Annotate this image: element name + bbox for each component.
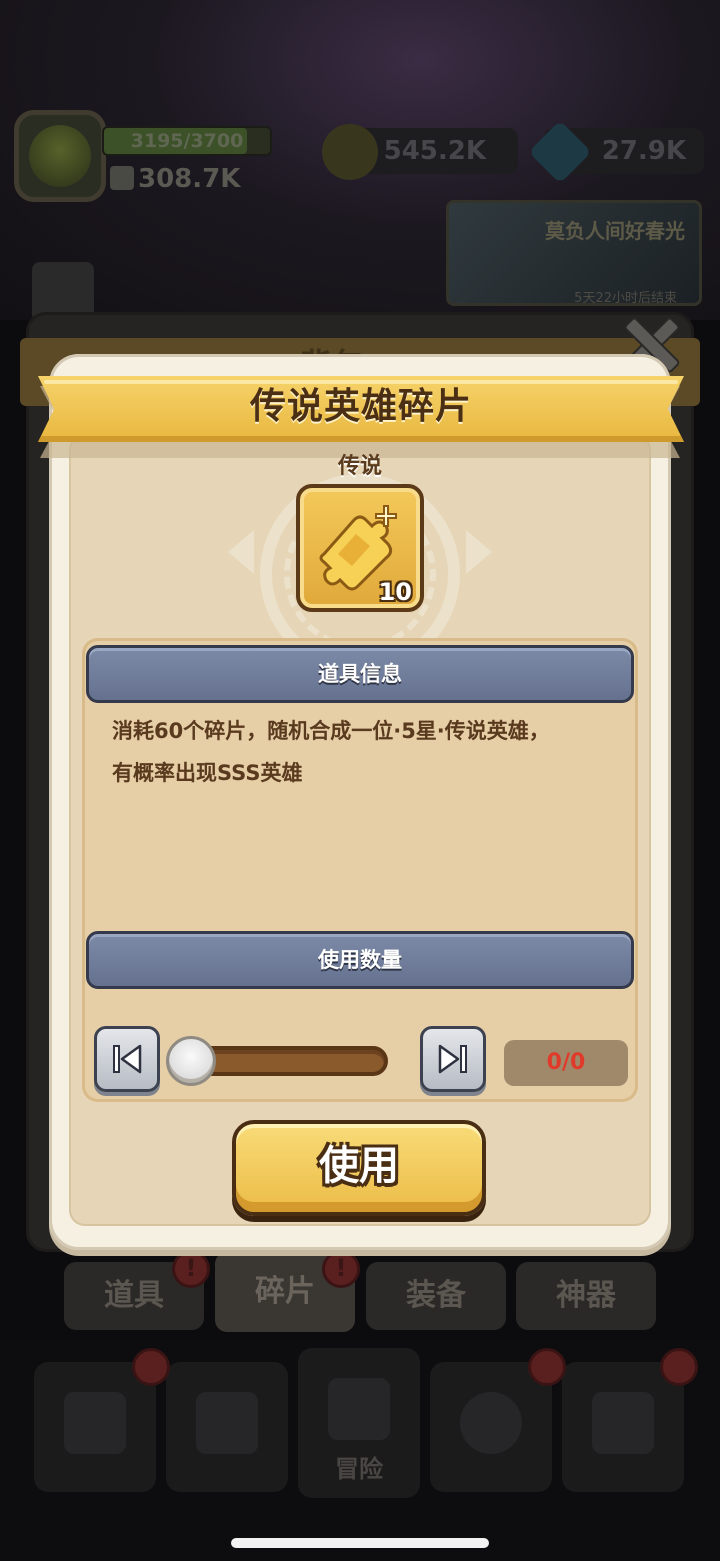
quantity-display: 0/0 xyxy=(504,1040,628,1086)
backpack-tabs: 道具 ! 碎片 ! 装备 神器 xyxy=(0,1250,720,1342)
description-line-2: 有概率出现SSS英雄 xyxy=(112,761,303,785)
quantity-slider-track[interactable] xyxy=(186,1046,388,1076)
item-card: 10 xyxy=(296,484,424,612)
power-value: 308.7K xyxy=(138,164,241,194)
use-button[interactable]: 使用 xyxy=(232,1120,486,1216)
quantity-max-button[interactable] xyxy=(420,1026,486,1092)
crossed-swords-icon xyxy=(328,1378,390,1440)
dialog-title-ribbon: 传说英雄碎片 xyxy=(38,376,684,458)
dialog-title: 传说英雄碎片 xyxy=(249,386,472,427)
gold-coin-icon xyxy=(322,124,378,180)
item-count: 10 xyxy=(378,578,412,606)
gold-counter[interactable]: 545.2K xyxy=(322,124,518,180)
event-countdown: 5天22小时后结束 xyxy=(574,291,677,306)
nav-challenge[interactable] xyxy=(430,1362,552,1492)
nav-adventure-label: 冒险 xyxy=(335,1455,383,1483)
tab-items-alert-badge: ! xyxy=(172,1250,210,1288)
nav-alert-badge-2 xyxy=(528,1348,566,1386)
event-title: 莫负人间好春光 xyxy=(545,219,685,243)
item-description: 消耗60个碎片，随机合成一位·5星·传说英雄， 有概率出现SSS英雄 xyxy=(112,710,612,794)
xp-text: 3195/3700 xyxy=(130,130,244,152)
tab-artifacts[interactable]: 神器 xyxy=(516,1262,656,1330)
tab-equipment-label: 装备 xyxy=(406,1278,466,1313)
gold-value: 545.2K xyxy=(383,136,486,166)
tab-equipment[interactable]: 装备 xyxy=(366,1262,506,1330)
bottom-navigation: 冒险 xyxy=(0,1342,720,1561)
emblem-right-arrow xyxy=(466,530,492,574)
quantity-slider-handle[interactable] xyxy=(166,1036,216,1086)
nav-alert-badge-1 xyxy=(132,1348,170,1386)
nav-heroes[interactable] xyxy=(34,1362,156,1492)
quantity-header: 使用数量 xyxy=(86,931,634,989)
item-info-header: 道具信息 xyxy=(86,645,634,703)
nav-alert-badge-3 xyxy=(660,1348,698,1386)
xp-bar: 3195/3700 xyxy=(102,126,272,156)
avatar-portrait xyxy=(29,125,91,187)
skip-back-icon xyxy=(113,1044,142,1074)
description-line-1: 消耗60个碎片，随机合成一位·5星·传说英雄， xyxy=(112,719,550,743)
shield-sword-icon xyxy=(64,1392,126,1454)
use-button-label: 使用 xyxy=(319,1143,399,1189)
power-display: 308.7K xyxy=(110,164,240,194)
skip-forward-icon xyxy=(438,1044,467,1074)
trophy-icon xyxy=(592,1392,654,1454)
home-indicator[interactable] xyxy=(231,1538,489,1548)
emblem-left-arrow xyxy=(228,530,254,574)
tab-items-label: 道具 xyxy=(104,1278,164,1313)
quantity-min-button[interactable] xyxy=(94,1026,160,1092)
gem-counter[interactable]: 27.9K xyxy=(528,120,704,184)
tab-fragments-label: 碎片 xyxy=(255,1274,315,1309)
tab-artifacts-label: 神器 xyxy=(556,1278,616,1313)
info-panel xyxy=(82,638,638,1102)
player-avatar[interactable] xyxy=(14,110,106,202)
nav-adventure[interactable]: 冒险 xyxy=(298,1348,420,1498)
target-icon xyxy=(460,1392,522,1454)
gem-value: 27.9K xyxy=(601,136,686,166)
tab-fragments-alert-badge: ! xyxy=(322,1250,360,1288)
event-banner[interactable]: 莫负人间好春光 5天22小时后结束 xyxy=(446,200,702,306)
fist-icon xyxy=(110,166,134,190)
rarity-label: 传说 xyxy=(337,454,382,479)
helmet-icon xyxy=(196,1392,258,1454)
nav-ranking[interactable] xyxy=(562,1362,684,1492)
nav-equipment[interactable] xyxy=(166,1362,288,1492)
